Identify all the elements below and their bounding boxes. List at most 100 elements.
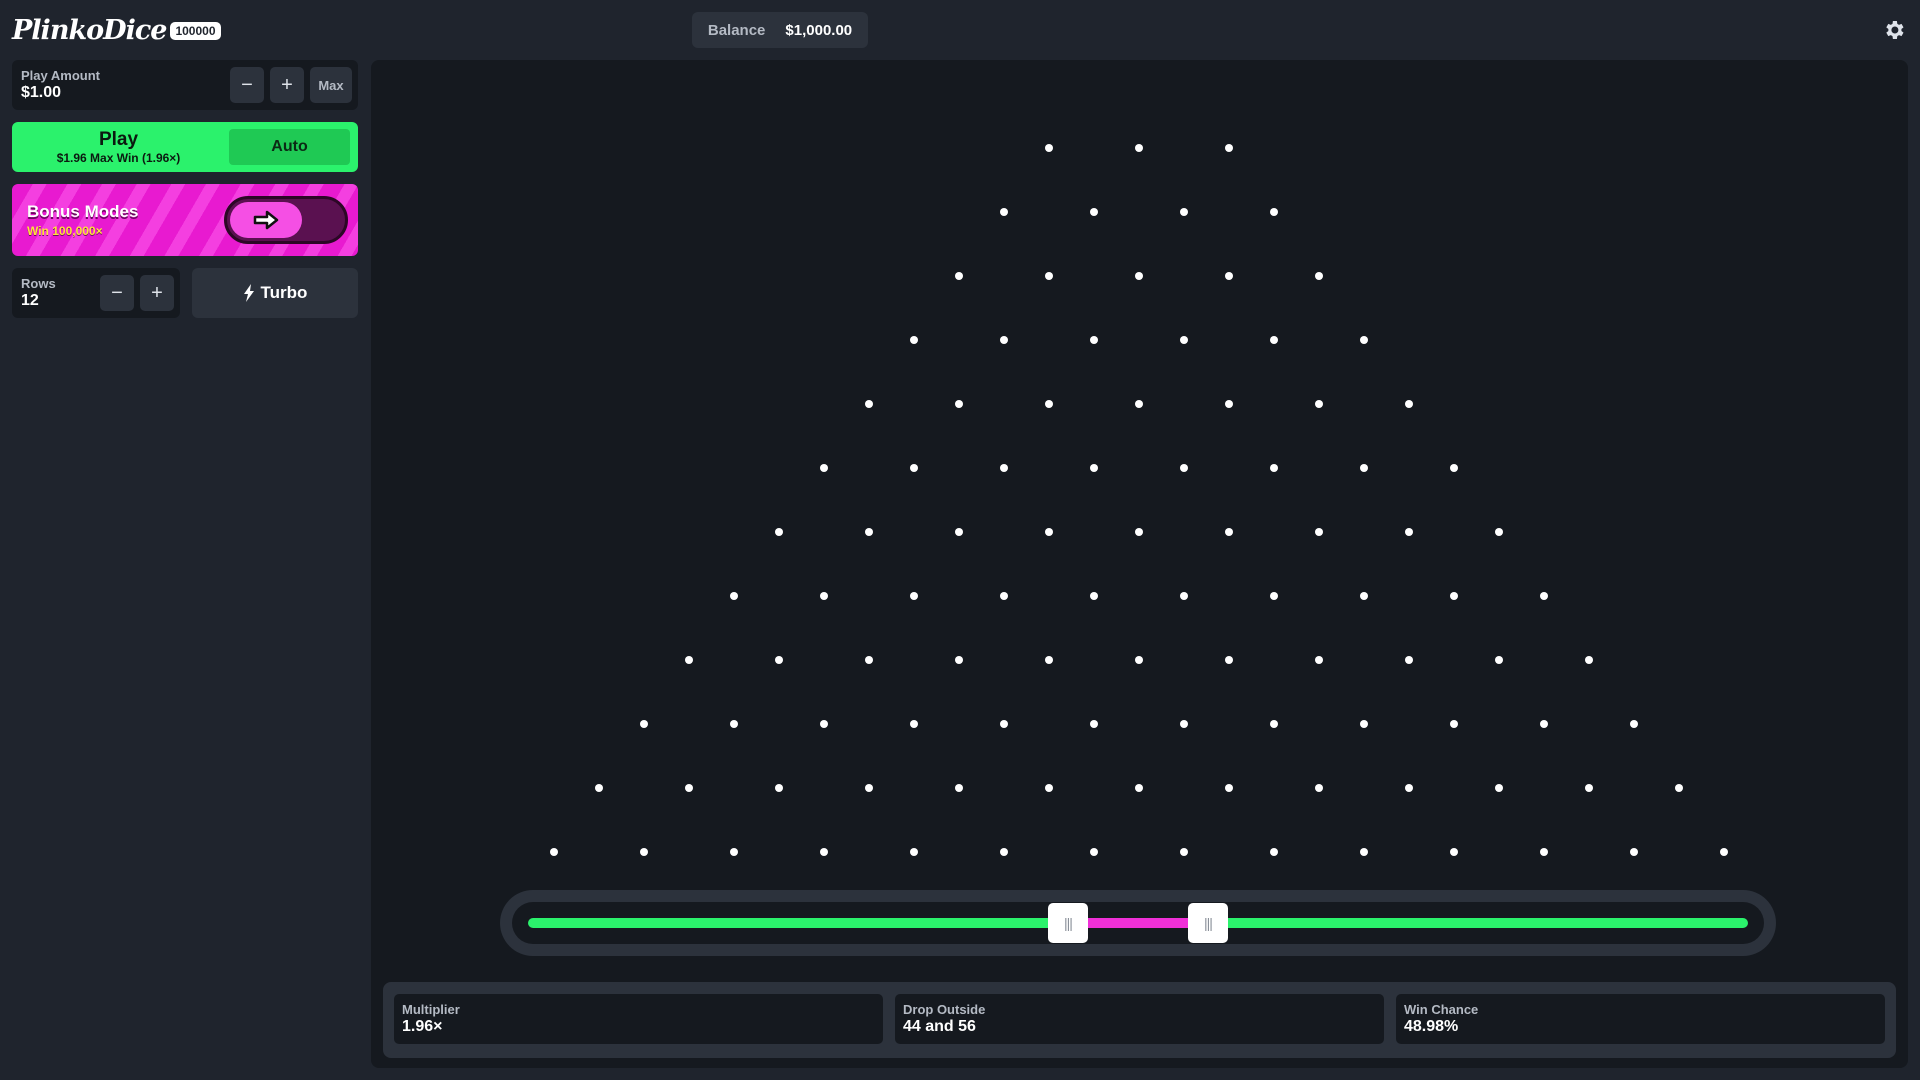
peg [1000, 336, 1008, 344]
slider-outside-high-segment [1208, 918, 1748, 928]
decrease-amount-button[interactable]: − [230, 67, 264, 103]
peg [1045, 528, 1053, 536]
peg [1450, 464, 1458, 472]
peg [865, 528, 873, 536]
peg [1090, 464, 1098, 472]
peg [1495, 656, 1503, 664]
rows-value[interactable]: 12 [21, 292, 39, 310]
peg [1270, 208, 1278, 216]
peg [550, 848, 558, 856]
peg [1000, 592, 1008, 600]
peg [1360, 720, 1368, 728]
logo: PlinkoDice 100000 [12, 12, 221, 48]
peg [1315, 272, 1323, 280]
peg [1090, 336, 1098, 344]
peg [1180, 720, 1188, 728]
stat-value: 44 and 56 [903, 1018, 976, 1035]
increase-amount-button[interactable]: + [270, 67, 304, 103]
peg [1450, 720, 1458, 728]
peg [1270, 592, 1278, 600]
peg [1225, 272, 1233, 280]
peg [1000, 208, 1008, 216]
peg [1135, 528, 1143, 536]
bonus-modes-banner[interactable]: Bonus Modes Win 100,000× [12, 184, 358, 256]
stat-win-chance: Win Chance 48.98% [1396, 994, 1885, 1044]
peg [1180, 848, 1188, 856]
peg [685, 656, 693, 664]
settings-button[interactable] [1880, 14, 1908, 46]
increase-rows-button[interactable]: + [140, 275, 174, 311]
max-amount-button[interactable]: Max [310, 67, 352, 103]
logo-badge: 100000 [170, 22, 221, 40]
peg [1360, 464, 1368, 472]
peg [775, 528, 783, 536]
peg [775, 784, 783, 792]
peg [1675, 784, 1683, 792]
logo-text: PlinkoDice [12, 14, 167, 46]
play-button[interactable]: Play $1.96 Max Win (1.96×) Auto [12, 122, 358, 172]
peg [955, 656, 963, 664]
peg [820, 592, 828, 600]
slider-outside-low-segment [528, 918, 1068, 928]
peg [820, 720, 828, 728]
play-amount-field[interactable]: Play Amount $1.00 − + Max [12, 60, 358, 110]
peg [1090, 208, 1098, 216]
peg [730, 720, 738, 728]
peg [1225, 656, 1233, 664]
lightning-icon [243, 284, 254, 302]
bonus-modes-toggle[interactable] [224, 196, 348, 244]
stat-label: Drop Outside [903, 1002, 986, 1017]
peg [1045, 144, 1053, 152]
peg [1450, 848, 1458, 856]
stat-label: Win Chance [1404, 1002, 1479, 1017]
slider-handle-low[interactable]: ||| [1048, 903, 1088, 943]
peg [1045, 656, 1053, 664]
peg [1540, 720, 1548, 728]
peg [955, 784, 963, 792]
bonus-subtitle: Win 100,000× [27, 224, 103, 238]
slider-handle-high[interactable]: ||| [1188, 903, 1228, 943]
play-amount-value[interactable]: $1.00 [21, 84, 61, 102]
decrease-rows-button[interactable]: − [100, 275, 134, 311]
slider-inside-segment [1068, 918, 1208, 928]
bonus-toggle-knob[interactable] [230, 202, 302, 238]
range-slider[interactable]: ||| ||| [500, 890, 1776, 956]
peg [1450, 592, 1458, 600]
stat-drop-outside: Drop Outside 44 and 56 [895, 994, 1384, 1044]
peg [1585, 656, 1593, 664]
peg [1405, 656, 1413, 664]
peg [1225, 400, 1233, 408]
stat-label: Multiplier [402, 1002, 460, 1017]
peg [1090, 720, 1098, 728]
play-max-win: $1.96 Max Win (1.96×) [56, 151, 181, 165]
peg [730, 848, 738, 856]
peg [1315, 656, 1323, 664]
peg [1360, 592, 1368, 600]
peg [640, 848, 648, 856]
peg [1315, 400, 1323, 408]
balance-value: $1,000.00 [785, 21, 853, 39]
peg [1315, 528, 1323, 536]
peg [1540, 848, 1548, 856]
peg [1180, 592, 1188, 600]
rows-field[interactable]: Rows 12 − + [12, 268, 180, 318]
peg [1135, 272, 1143, 280]
peg [1720, 848, 1728, 856]
peg [1270, 336, 1278, 344]
peg [730, 592, 738, 600]
balance-label: Balance [707, 21, 766, 39]
peg [865, 784, 873, 792]
rows-label: Rows [21, 276, 56, 291]
play-label: Play [98, 129, 139, 150]
peg [1135, 656, 1143, 664]
peg [865, 400, 873, 408]
peg [955, 400, 963, 408]
gear-icon [1886, 21, 1904, 39]
auto-button[interactable]: Auto [229, 129, 350, 165]
peg [820, 464, 828, 472]
turbo-button[interactable]: Turbo [192, 268, 358, 318]
peg [910, 720, 918, 728]
peg [1360, 848, 1368, 856]
peg [1225, 784, 1233, 792]
peg [1360, 336, 1368, 344]
